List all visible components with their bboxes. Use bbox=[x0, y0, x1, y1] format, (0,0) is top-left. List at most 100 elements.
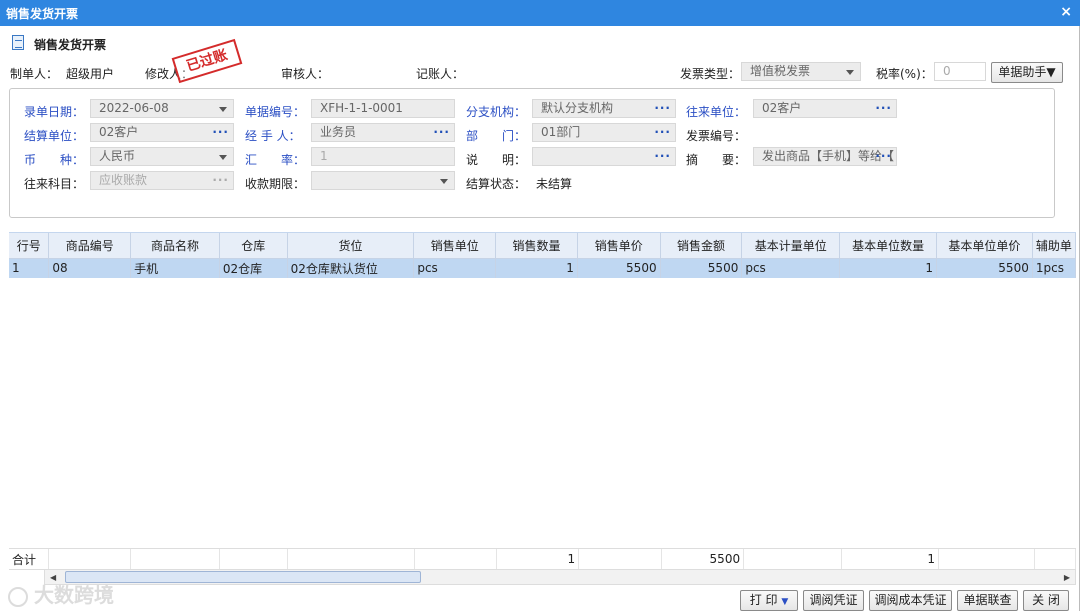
totals-table: 合计 1 5500 1 bbox=[9, 549, 1077, 569]
total-label: 合计 bbox=[9, 549, 50, 569]
watermark-text: 大数跨境 bbox=[34, 583, 114, 607]
branch-picker[interactable]: 默认分支机构 ··· bbox=[532, 99, 676, 118]
horizontal-scrollbar[interactable]: ◀ ▶ bbox=[44, 569, 1076, 585]
invoice-type-select[interactable]: 增值税发票 bbox=[741, 62, 861, 81]
chevron-down-icon bbox=[219, 155, 227, 160]
handler-value: 业务员 bbox=[320, 125, 357, 139]
doc-helper-button[interactable]: 单据助手▼ bbox=[991, 62, 1063, 83]
ellipsis-icon[interactable]: ··· bbox=[212, 172, 229, 189]
posted-stamp: 已过账 bbox=[171, 38, 243, 84]
partner-label: 往来单位： bbox=[686, 105, 747, 119]
close-icon[interactable]: × bbox=[1060, 4, 1072, 20]
table-cell[interactable]: 1 bbox=[9, 258, 50, 278]
column-header[interactable]: 基本单位数量 bbox=[839, 233, 937, 259]
partner-picker[interactable]: 02客户 ··· bbox=[753, 99, 897, 118]
column-header[interactable]: 商品名称 bbox=[130, 233, 220, 259]
invoice-type-label: 发票类型： bbox=[680, 67, 741, 81]
ellipsis-icon[interactable]: ··· bbox=[654, 100, 671, 117]
table-cell[interactable]: 5500 bbox=[660, 258, 743, 278]
note-picker[interactable]: ··· bbox=[532, 147, 676, 166]
table-cell[interactable]: 5500 bbox=[936, 258, 1033, 278]
page-title: 销售发货开票 bbox=[34, 38, 107, 52]
currency-label: 币 种： bbox=[24, 153, 85, 167]
chevron-down-icon: ▼ bbox=[781, 597, 789, 607]
account-value: 应收账款 bbox=[99, 173, 148, 187]
total-qty: 1 bbox=[496, 549, 580, 569]
ellipsis-icon[interactable]: ··· bbox=[654, 148, 671, 165]
column-header[interactable]: 仓库 bbox=[219, 233, 288, 259]
entry-date-label: 录单日期： bbox=[24, 105, 85, 119]
invoice-no-label: 发票编号： bbox=[686, 129, 747, 143]
invoice-no-input[interactable] bbox=[753, 123, 897, 142]
column-header[interactable]: 销售单价 bbox=[577, 233, 661, 259]
table-cell[interactable]: 02仓库 bbox=[219, 258, 288, 278]
account-picker[interactable]: 应收账款 ··· bbox=[90, 171, 234, 190]
dept-picker[interactable]: 01部门 ··· bbox=[532, 123, 676, 142]
doc-link-button[interactable]: 单据联查 bbox=[957, 590, 1018, 611]
detail-grid: 行号 商品编号 商品名称 仓库 货位 销售单位 销售数量 销售单价 销售金额 基… bbox=[9, 232, 1076, 570]
main-window: 销售发货开票 制单人： 超级用户 修改人： 已过账 审核人： 记账人： 发票类型：… bbox=[0, 26, 1080, 611]
print-label: 打 印 bbox=[749, 593, 778, 607]
dept-value: 01部门 bbox=[541, 125, 581, 139]
table-row[interactable]: 1 08 手机 02仓库 02仓库默认货位 pcs 1 5500 5500 pc… bbox=[9, 258, 1076, 278]
payment-term-select[interactable] bbox=[311, 171, 455, 190]
table-cell[interactable]: 02仓库默认货位 bbox=[287, 258, 415, 278]
doc-no-value: XFH-1-1-0001 bbox=[320, 101, 403, 115]
scroll-right-icon[interactable]: ▶ bbox=[1064, 573, 1070, 582]
tax-rate-label: 税率(%)： bbox=[876, 67, 933, 81]
scrollbar-thumb[interactable] bbox=[65, 571, 421, 583]
column-header[interactable]: 销售金额 bbox=[660, 233, 743, 259]
summary-value: 发出商品【手机】等给【 bbox=[762, 149, 895, 163]
column-header[interactable]: 货位 bbox=[287, 233, 415, 259]
bookkeeper-label: 记账人： bbox=[416, 67, 465, 81]
rate-input[interactable]: 1 bbox=[311, 147, 455, 166]
handler-picker[interactable]: 业务员 ··· bbox=[311, 123, 455, 142]
table-cell[interactable]: 5500 bbox=[577, 258, 661, 278]
table-cell[interactable]: pcs bbox=[413, 258, 497, 278]
ellipsis-icon[interactable]: ··· bbox=[212, 124, 229, 141]
note-label: 说 明： bbox=[466, 153, 527, 167]
view-cost-voucher-button[interactable]: 调阅成本凭证 bbox=[869, 590, 952, 611]
ellipsis-icon[interactable]: ··· bbox=[433, 124, 450, 141]
table-cell[interactable]: 1 bbox=[495, 258, 578, 278]
tax-rate-input[interactable]: 0 bbox=[934, 62, 986, 81]
close-button[interactable]: 关 闭 bbox=[1023, 590, 1069, 611]
column-header[interactable]: 行号 bbox=[9, 233, 50, 259]
ellipsis-icon[interactable]: ··· bbox=[875, 100, 892, 117]
column-header[interactable]: 销售单位 bbox=[413, 233, 497, 259]
column-header[interactable]: 辅助单 bbox=[1032, 233, 1076, 259]
doc-no-label: 单据编号： bbox=[245, 105, 306, 119]
view-voucher-button[interactable]: 调阅凭证 bbox=[803, 590, 864, 611]
table-header-row: 行号 商品编号 商品名称 仓库 货位 销售单位 销售数量 销售单价 销售金额 基… bbox=[9, 233, 1076, 259]
print-button[interactable]: 打 印 ▼ bbox=[740, 590, 798, 611]
settle-unit-picker[interactable]: 02客户 ··· bbox=[90, 123, 234, 142]
table-cell[interactable]: 1 bbox=[839, 258, 937, 278]
settle-status-label: 结算状态： bbox=[466, 177, 527, 191]
table-cell[interactable]: 1pcs bbox=[1032, 258, 1076, 278]
doc-no-input[interactable]: XFH-1-1-0001 bbox=[311, 99, 455, 118]
handler-label: 经 手 人： bbox=[245, 129, 301, 143]
watermark-logo-icon bbox=[8, 586, 28, 607]
settle-unit-value: 02客户 bbox=[99, 125, 139, 139]
ellipsis-icon[interactable]: ··· bbox=[875, 148, 892, 165]
chevron-down-icon bbox=[219, 107, 227, 112]
branch-value: 默认分支机构 bbox=[541, 101, 614, 115]
column-header[interactable]: 商品编号 bbox=[48, 233, 132, 259]
table-cell[interactable]: pcs bbox=[741, 258, 841, 278]
rate-label: 汇 率： bbox=[245, 153, 306, 167]
entry-date-select[interactable]: 2022-06-08 bbox=[90, 99, 234, 118]
currency-select[interactable]: 人民币 bbox=[90, 147, 234, 166]
entry-date-value: 2022-06-08 bbox=[99, 101, 169, 115]
table-cell[interactable]: 08 bbox=[48, 258, 132, 278]
table-cell[interactable]: 手机 bbox=[130, 258, 220, 278]
detail-table: 行号 商品编号 商品名称 仓库 货位 销售单位 销售数量 销售单价 销售金额 基… bbox=[9, 233, 1076, 278]
payment-term-label: 收款期限： bbox=[245, 177, 306, 191]
summary-picker[interactable]: 发出商品【手机】等给【 ··· bbox=[753, 147, 897, 166]
auditor-field: 审核人： bbox=[281, 65, 329, 82]
column-header[interactable]: 基本单位单价 bbox=[936, 233, 1033, 259]
ellipsis-icon[interactable]: ··· bbox=[654, 124, 671, 141]
column-header[interactable]: 基本计量单位 bbox=[741, 233, 841, 259]
chevron-down-icon bbox=[440, 179, 448, 184]
maker-value: 超级用户 bbox=[66, 67, 115, 81]
column-header[interactable]: 销售数量 bbox=[495, 233, 578, 259]
